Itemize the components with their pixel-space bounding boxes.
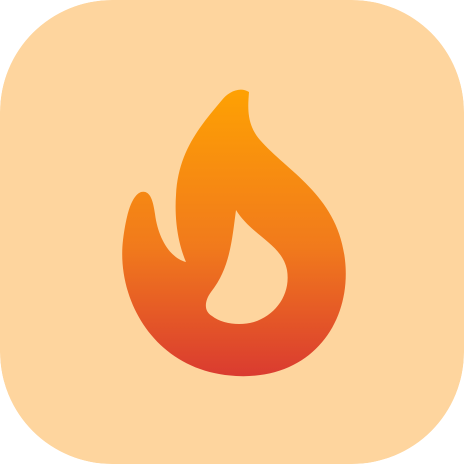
flame-icon (0, 0, 464, 464)
app-icon-tile[interactable] (0, 0, 464, 464)
